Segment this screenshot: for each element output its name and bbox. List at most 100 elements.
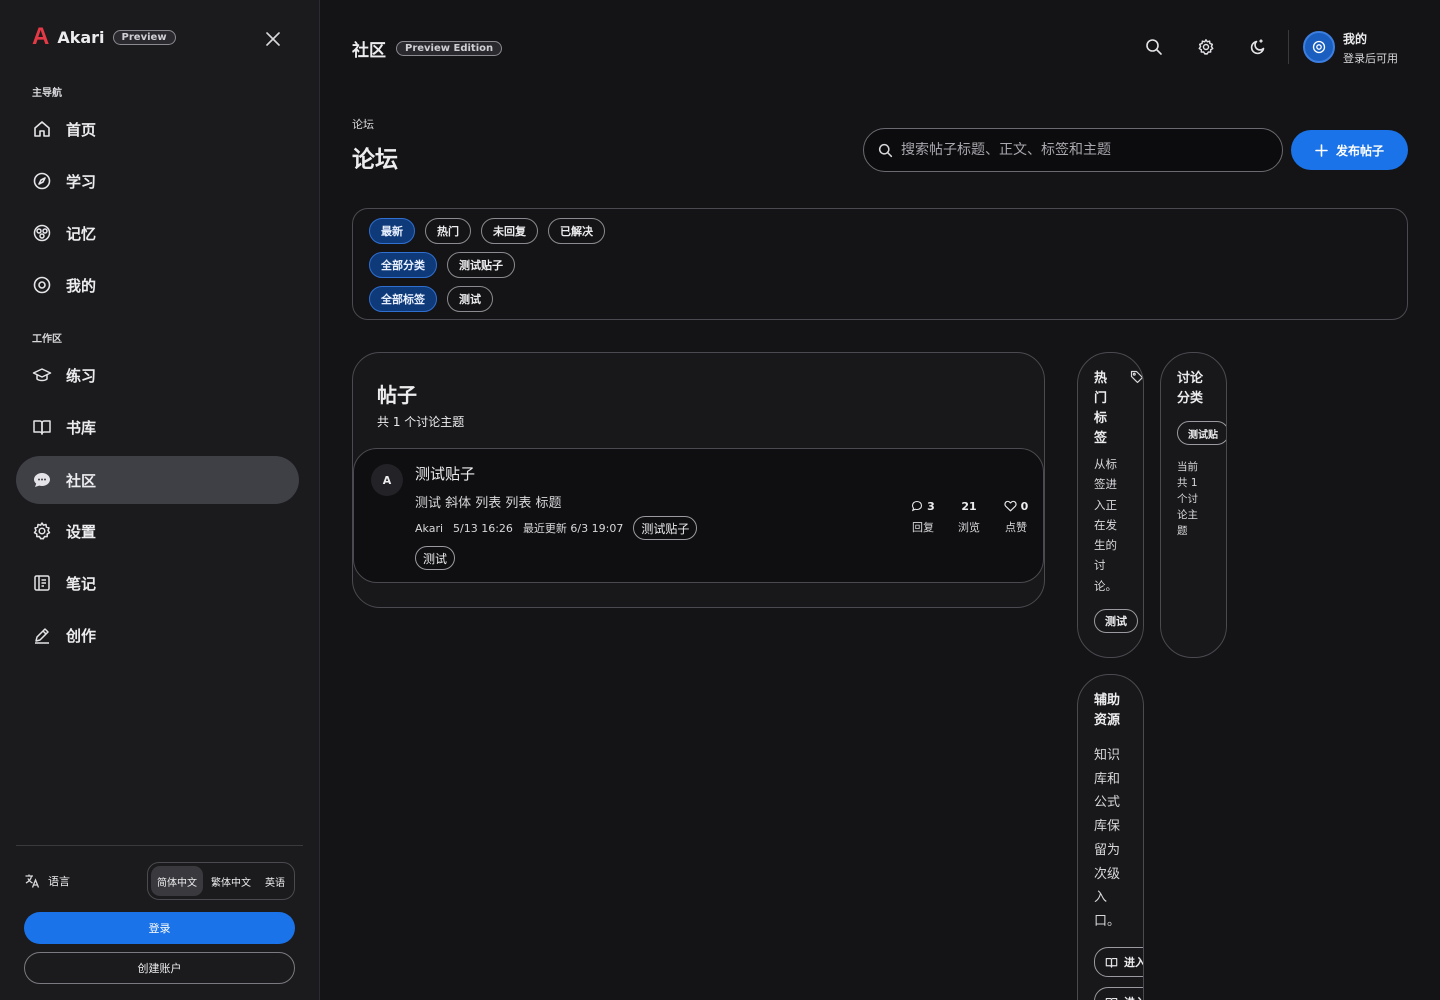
category-chip-test[interactable]: 测试贴: [1177, 421, 1226, 445]
avatar: A: [371, 464, 403, 496]
tag-chips: 全部标签 测试: [369, 286, 493, 312]
discussion-categories-count: 当前共 1 个讨论主题: [1177, 461, 1198, 537]
publish-post-button[interactable]: 发布帖子: [1291, 130, 1408, 170]
translate-icon: [25, 874, 40, 888]
pen-icon: [35, 628, 49, 644]
sidebar-item-label: 笔记: [66, 574, 97, 593]
discussion-categories-title: 讨论分类: [1177, 371, 1204, 406]
theme-toggle-button[interactable]: [1247, 36, 1269, 58]
search-button[interactable]: [1143, 36, 1165, 58]
notebook-icon: [34, 575, 50, 591]
sidebar-item-practice[interactable]: 练习: [16, 351, 299, 399]
at-icon: [1312, 40, 1326, 54]
language-option-zh-hant[interactable]: 繁体中文: [205, 866, 257, 896]
brand-logo-icon: A: [32, 23, 50, 50]
comment-icon: [912, 500, 923, 512]
filter-panel: 最新 热门 未回复 已解决 全部分类 测试贴子 全部标签 测试: [352, 208, 1408, 320]
post-title[interactable]: 测试贴子: [415, 463, 475, 484]
sidebar-item-label: 首页: [66, 120, 97, 139]
sidebar-item-label: 社区: [66, 471, 97, 490]
header-divider: [1288, 30, 1289, 64]
sidebar-item-notes[interactable]: 笔记: [16, 559, 299, 607]
formula-library-link[interactable]: 进入: [1094, 987, 1143, 1000]
category-chips: 全部分类 测试贴子: [369, 252, 515, 278]
edition-badge: Preview Edition: [396, 41, 503, 56]
sidebar-item-label: 书库: [66, 418, 97, 437]
hot-tags-title: 热门标签: [1094, 371, 1108, 446]
category-chip-test[interactable]: 测试贴子: [447, 252, 515, 278]
language-option-en[interactable]: 英语: [259, 866, 291, 896]
sidebar-item-label: 练习: [66, 366, 97, 385]
sort-chip-hot[interactable]: 热门: [425, 218, 471, 244]
sidebar-item-community[interactable]: 社区: [16, 456, 299, 504]
hot-tags-card: 热门标签 从标签进入正在发生的讨论。 测试: [1077, 352, 1144, 658]
tag-chip-test[interactable]: 测试: [447, 286, 493, 312]
sidebar-item-home[interactable]: 首页: [16, 105, 299, 153]
search-icon: [1146, 39, 1162, 55]
section-label-main: 主导航: [32, 88, 62, 99]
sidebar: A Akari Preview 主导航 首页 学习 记忆 我的 工作区 练习 书…: [0, 0, 320, 1000]
brand-name: Akari: [57, 27, 105, 47]
brand[interactable]: A Akari Preview: [32, 24, 176, 50]
plus-icon: [1315, 143, 1328, 157]
sort-chips: 最新 热门 未回复 已解决: [369, 218, 605, 244]
sidebar-item-label: 记忆: [66, 224, 97, 243]
hot-tags-description: 从标签进入正在发生的讨论。: [1094, 457, 1117, 593]
search-input[interactable]: [901, 142, 1261, 158]
gear-icon: [1198, 39, 1214, 55]
post-excerpt: 测试 斜体 列表 列表 标题: [415, 496, 562, 511]
post-likes-stat[interactable]: 0 点赞: [992, 499, 1040, 535]
posts-count: 共 1 个讨论主题: [377, 415, 465, 429]
home-icon: [34, 121, 50, 137]
sidebar-item-label: 创作: [66, 626, 97, 645]
sidebar-item-settings[interactable]: 设置: [16, 507, 299, 555]
app-root: A Akari Preview 主导航 首页 学习 记忆 我的 工作区 练习 书…: [0, 0, 1440, 1000]
sidebar-item-learn[interactable]: 学习: [16, 157, 299, 205]
login-button[interactable]: 登录: [24, 912, 295, 944]
post-tag-chip[interactable]: 测试: [415, 546, 456, 570]
post-updated: 最近更新 6/3 19:07: [522, 522, 624, 535]
close-sidebar-button[interactable]: [262, 28, 284, 50]
chat-bubble-icon: [34, 473, 50, 487]
language-option-zh-hans[interactable]: 简体中文: [151, 866, 203, 896]
sort-chip-solved[interactable]: 已解决: [548, 218, 605, 244]
moon-icon: [1250, 39, 1265, 55]
post-meta: Akari 5/13 16:26 最近更新 6/3 19:07 测试贴子: [415, 516, 698, 540]
language-label: 语言: [24, 873, 70, 889]
post-category-chip[interactable]: 测试贴子: [633, 516, 698, 540]
settings-button[interactable]: [1195, 36, 1217, 58]
sort-chip-unanswered[interactable]: 未回复: [481, 218, 538, 244]
discussion-categories-card: 讨论分类 测试贴 当前共 1 个讨论主题: [1160, 352, 1227, 658]
tag-chip-all[interactable]: 全部标签: [369, 286, 437, 312]
page-title: 论坛: [352, 147, 398, 173]
sidebar-item-label: 设置: [66, 522, 97, 541]
gear-icon: [33, 522, 51, 540]
at-icon: [33, 276, 51, 294]
preview-badge: Preview: [112, 29, 176, 45]
sidebar-item-library[interactable]: 书库: [16, 403, 299, 451]
posts-title: 帖子: [377, 383, 417, 407]
sidebar-item-mine[interactable]: 我的: [16, 261, 299, 309]
language-switcher: 简体中文 繁体中文 英语: [147, 862, 295, 900]
user-avatar[interactable]: [1303, 31, 1335, 63]
book-icon: [1105, 997, 1118, 1000]
post-list-item[interactable]: A 测试贴子 测试 斜体 列表 列表 标题 Akari 5/13 16:26 最…: [353, 448, 1044, 583]
resources-title: 辅助资源: [1094, 693, 1121, 728]
compass-icon: [33, 172, 51, 190]
book-icon: [33, 420, 51, 435]
hot-tag-chip-test[interactable]: 测试: [1094, 609, 1138, 633]
resources-card: 辅助资源 知识库和公式库保留为次级入口。 进入 进入: [1077, 674, 1144, 1000]
search-icon: [878, 143, 893, 157]
brain-icon: [33, 224, 51, 242]
breadcrumb: 论坛: [352, 118, 374, 131]
category-chip-all[interactable]: 全部分类: [369, 252, 437, 278]
sidebar-item-memory[interactable]: 记忆: [16, 209, 299, 257]
sidebar-divider: [16, 845, 303, 846]
section-label-work: 工作区: [32, 334, 62, 345]
user-name[interactable]: 我的: [1343, 30, 1367, 47]
sort-chip-latest[interactable]: 最新: [369, 218, 415, 244]
create-account-button[interactable]: 创建账户: [24, 952, 295, 984]
sidebar-item-create[interactable]: 创作: [16, 611, 299, 659]
knowledge-base-link[interactable]: 进入: [1094, 947, 1143, 977]
header-title-group: 社区 Preview Edition: [352, 36, 503, 61]
